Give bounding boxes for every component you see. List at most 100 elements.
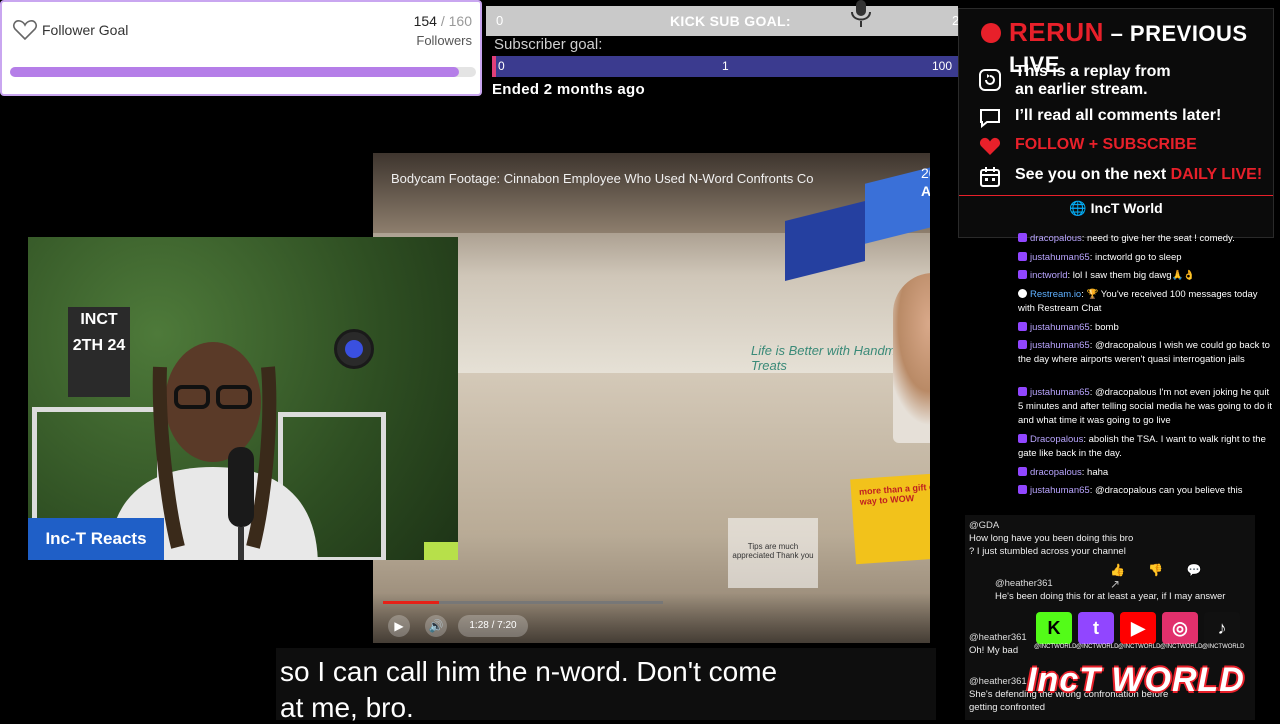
social-handle: @INCTWORLD xyxy=(1076,644,1119,650)
follower-progress-fill xyxy=(10,67,459,77)
twitch-badge-icon xyxy=(1018,340,1027,349)
video-brand: AXON xyxy=(921,183,930,199)
chat-message: Restream.io: 🏆 You've received 100 messa… xyxy=(1018,289,1258,314)
twitch-badge-icon xyxy=(1018,467,1027,476)
social-handle: @INCTWORLD xyxy=(1034,644,1077,650)
chat-user: Dracopalous xyxy=(1030,434,1084,445)
follower-count: 154 / 160 xyxy=(414,13,472,29)
chat-message: inctworld: lol I saw them big dawg🙏👌 xyxy=(1018,269,1276,283)
youtube-icon[interactable]: ▶ xyxy=(1120,612,1156,644)
twitch-badge-icon xyxy=(1018,270,1027,279)
rerun-row-text: See you on the next DAILY LIVE! xyxy=(1015,166,1262,184)
chat-user: justahuman65 xyxy=(1030,340,1090,351)
twitch-badge-icon xyxy=(1018,434,1027,443)
chat-text: need to give her the seat ! comedy. xyxy=(1087,233,1235,244)
chat-text: lol I saw them big dawg🙏👌 xyxy=(1072,270,1196,281)
follower-separator: / xyxy=(440,13,445,29)
socials-badge: K @INCTWORLD t @INCTWORLD ▶ @INCTWORLD ◎… xyxy=(1027,606,1246,714)
social-handle: @INCTWORLD xyxy=(1202,644,1245,650)
volume-icon[interactable]: 🔊 xyxy=(425,615,447,637)
follower-goal-widget: Follower Goal 154 / 160 Followers xyxy=(0,0,482,96)
rerun-row-text: I’ll read all comments later! xyxy=(1015,107,1222,124)
chat-text: haha xyxy=(1087,467,1109,478)
chat-user: inctworld xyxy=(1030,270,1068,281)
yt-comment-user: @heather361 xyxy=(969,632,1027,643)
subtitle-box: so I can call him the n-word. Don't come… xyxy=(276,648,936,723)
rerun-row-replay: This is a replay from an earlier stream. xyxy=(979,63,1269,99)
yt-comment: @heather361 He's been doing this for at l… xyxy=(995,577,1265,603)
subscriber-progress-start xyxy=(492,56,496,77)
video-time: 1:28 / 7:20 xyxy=(458,615,528,637)
chat-bubble-icon xyxy=(980,109,1000,129)
video-progress-bar[interactable] xyxy=(383,601,663,604)
yt-comment-user: @GDA xyxy=(969,520,1000,531)
rerun-row-comments: I’ll read all comments later! xyxy=(979,107,1269,129)
webcam-corner-strip xyxy=(424,542,458,560)
rerun-row-highlight: DAILY LIVE! xyxy=(1170,166,1263,183)
tiktok-icon[interactable]: ♪ xyxy=(1204,612,1240,644)
chat-message: justahuman65: @dracopalous can you belie… xyxy=(1018,484,1276,498)
follower-unit: Followers xyxy=(416,33,472,48)
follower-goal-title: Follower Goal xyxy=(42,22,129,38)
inct-world-logo: IncT WORLD xyxy=(1027,661,1245,699)
kick-sub-goal-widget: 0 KICK SUB GOAL: 2 Subscriber goal: 0 1 … xyxy=(486,0,959,105)
twitch-badge-icon xyxy=(1018,322,1027,331)
chat-message: justahuman65: bomb xyxy=(1018,321,1276,335)
globe-icon: 🌐 xyxy=(1069,200,1087,216)
scale-mid: 1 xyxy=(722,59,729,73)
rerun-footer: 🌐 IncT World xyxy=(959,195,1273,220)
video-title: Bodycam Footage: Cinnabon Employee Who U… xyxy=(391,171,814,186)
chat-message: justahuman65: @dracopalous I'm not even … xyxy=(1018,387,1273,426)
subtitle-line-1: so I can call him the n-word. Don't come xyxy=(280,656,778,687)
rerun-footer-label: 🌐 IncT World xyxy=(959,200,1273,217)
twitch-badge-icon xyxy=(1018,485,1027,494)
twitch-badge-icon xyxy=(1018,252,1027,261)
yt-comment-user: @heather361 xyxy=(969,676,1027,687)
poster-text: more than a gift card, it's a way to WOW xyxy=(858,479,930,507)
heart-icon xyxy=(979,137,1001,155)
chat-message: dracopalous: haha xyxy=(1018,466,1276,480)
kick-goal-title: KICK SUB GOAL: xyxy=(670,13,791,29)
chat-text: @dracopalous can you believe this xyxy=(1094,485,1243,496)
twitch-badge-icon xyxy=(1018,233,1027,242)
instagram-icon[interactable]: ◎ xyxy=(1162,612,1198,644)
yt-comment-text: Oh! My bad xyxy=(969,645,1019,656)
kick-icon[interactable]: K xyxy=(1036,612,1072,644)
replay-icon xyxy=(979,69,1001,91)
subtitle-line-2: at me, bro. xyxy=(280,692,414,723)
yt-comment-user: @heather361 xyxy=(995,578,1053,589)
video-progress-fill xyxy=(383,601,439,604)
play-icon[interactable]: ▶ xyxy=(388,615,410,637)
heart-outline-icon xyxy=(13,20,37,41)
twitch-icon[interactable]: t xyxy=(1078,612,1114,644)
chat-text: bomb xyxy=(1094,322,1119,333)
rerun-footer-text: IncT World xyxy=(1090,200,1163,216)
rerun-panel: RERUN – PREVIOUS LIVE This is a replay f… xyxy=(958,8,1274,238)
rerun-row-follow[interactable]: FOLLOW + SUBSCRIBE xyxy=(979,136,1269,158)
gift-card-poster: more than a gift card, it's a way to WOW xyxy=(850,470,930,565)
rerun-row-text-main: See you on the next xyxy=(1015,166,1171,183)
chat-text: inctworld go to sleep xyxy=(1094,252,1182,263)
restream-badge-icon xyxy=(1018,289,1027,298)
rerun-row-text2: an earlier stream. xyxy=(1015,81,1148,98)
subscriber-goal-label: Subscriber goal: xyxy=(494,36,603,53)
chat-user: justahuman65 xyxy=(1030,485,1090,496)
chat-user: justahuman65 xyxy=(1030,252,1090,263)
microphone-icon xyxy=(851,0,871,27)
yt-comment-text: He's been doing this for at least a year… xyxy=(995,591,1226,602)
tip-jar: Tips are much appreciated Thank you xyxy=(728,518,818,588)
calendar-icon xyxy=(980,167,1000,187)
chat-user: justahuman65 xyxy=(1030,322,1090,333)
kick-goal-left-value: 0 xyxy=(496,13,504,28)
twitch-badge-icon xyxy=(1018,387,1027,396)
chat-user: dracopalous xyxy=(1030,233,1082,244)
rerun-row-next-live: See you on the next DAILY LIVE! xyxy=(979,166,1269,188)
video-employee xyxy=(893,273,930,443)
chat-message: dracopalous: need to give her the seat !… xyxy=(1018,232,1276,246)
rerun-title-red: RERUN xyxy=(1009,17,1104,47)
social-handle: @INCTWORLD xyxy=(1160,644,1203,650)
yt-comment: @GDA How long have you been doing this br… xyxy=(969,519,1139,558)
follower-target: 160 xyxy=(448,13,472,29)
scale-end: 100 xyxy=(932,59,953,73)
chat-message: justahuman65: inctworld go to sleep xyxy=(1018,251,1276,265)
